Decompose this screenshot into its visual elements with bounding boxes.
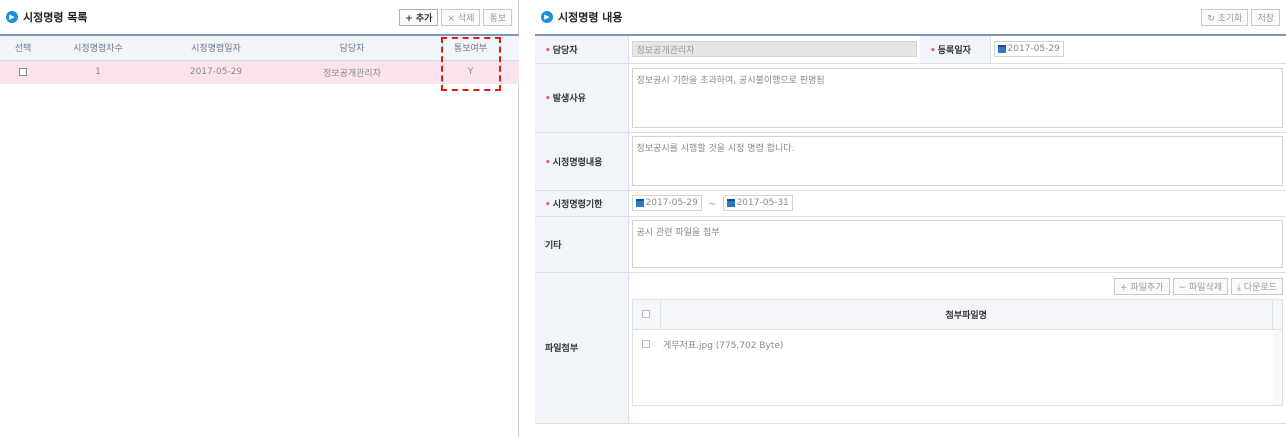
section-bullet-icon: ▶: [541, 11, 553, 23]
add-button[interactable]: + 추가: [399, 8, 439, 26]
period-separator: ~: [708, 199, 717, 210]
select-all-checkbox[interactable]: [642, 309, 650, 318]
reason-label: • 발생사유: [535, 62, 629, 133]
section-bullet-icon: ▶: [6, 11, 18, 23]
detail-form: • 담당자 정보공개관리자 • 등록일자 2017-05-29 • 발생사유 정보공시…: [535, 34, 1286, 424]
manager-field-cell: 정보공개관리자: [627, 34, 920, 64]
notify-button[interactable]: 통보: [483, 8, 512, 26]
manager-label: • 담당자: [535, 34, 629, 64]
content-cell: 정보공시를 시행할 것을 시정 명령 합니다.: [627, 131, 1286, 191]
detail-panel-title: 시정명령 내용: [558, 11, 623, 24]
reset-button[interactable]: ↻ 초기화: [1201, 8, 1249, 26]
reason-cell: 정보공시 기한을 초과하여, 공시불이행으로 판명됨: [627, 62, 1286, 133]
attach-cell: + 파일추가 − 파일삭제 ⤓ 다운로드 첨부파일명 게무저표.jpg (775…: [627, 271, 1286, 424]
column-header-notified: 통보여부: [422, 34, 519, 61]
period-end-field[interactable]: 2017-05-31: [722, 195, 793, 211]
order-cell: 1: [46, 60, 150, 84]
period-label: • 시정명령기한: [535, 189, 629, 217]
correction-order-detail-panel: ▶ 시정명령 내용 ↻ 초기화 저장 • 담당자 정보공개관리자 • 등록일자 20…: [535, 0, 1286, 437]
add-file-button[interactable]: + 파일추가: [1113, 277, 1170, 295]
reason-textarea[interactable]: 정보공시 기한을 초과하여, 공시불이행으로 판명됨: [631, 67, 1283, 128]
list-panel-header: ▶ 시정명령 목록 + 추가 × 삭제 통보: [0, 0, 518, 34]
column-header-manager: 담당자: [282, 34, 422, 61]
attach-label: 파일첨부: [535, 271, 629, 424]
etc-cell: 공시 관련 파일을 첨부: [627, 215, 1286, 273]
delete-button[interactable]: × 삭제: [441, 8, 481, 26]
file-column-header: 첨부파일명: [659, 298, 1273, 330]
column-header-order: 시정명령차수: [46, 34, 150, 61]
file-name[interactable]: 게무저표.jpg (775,702 Byte): [660, 329, 1273, 359]
file-select-all-cell: [631, 298, 661, 330]
file-table: 첨부파일명 게무저표.jpg (775,702 Byte): [631, 298, 1283, 406]
correction-order-list-panel: ▶ 시정명령 목록 + 추가 × 삭제 통보 선택 시정명령차수 시정명령일자 …: [0, 0, 519, 437]
scrollbar-header: [1272, 298, 1283, 330]
file-button-bar: + 파일추가 − 파일삭제 ⤓ 다운로드: [632, 276, 1283, 299]
file-row-select[interactable]: [632, 329, 660, 359]
file-list-empty-area: [632, 359, 1273, 405]
order-list-table: 선택 시정명령차수 시정명령일자 담당자 통보여부 1 2017-05-29 정…: [0, 34, 519, 84]
notified-cell: Y: [422, 60, 519, 84]
content-label: • 시정명령내용: [535, 131, 629, 191]
file-list-scrollbar[interactable]: [1272, 329, 1283, 405]
etc-label: 기타: [535, 215, 629, 273]
calendar-icon[interactable]: [726, 199, 735, 207]
reg-date-label: • 등록일자: [920, 34, 991, 64]
save-button[interactable]: 저장: [1251, 8, 1280, 26]
row-checkbox[interactable]: [19, 67, 27, 76]
period-cell: 2017-05-29 ~ 2017-05-31: [627, 189, 1286, 217]
manager-cell: 정보공개관리자: [282, 60, 422, 84]
manager-input[interactable]: 정보공개관리자: [631, 41, 917, 58]
download-button[interactable]: ⤓ 다운로드: [1231, 277, 1283, 295]
content-textarea[interactable]: 정보공시를 시행할 것을 시정 명령 합니다.: [631, 136, 1283, 186]
date-cell: 2017-05-29: [150, 60, 282, 84]
detail-panel-header: ▶ 시정명령 내용 ↻ 초기화 저장: [535, 0, 1286, 34]
etc-textarea[interactable]: 공시 관련 파일을 첨부: [631, 220, 1283, 268]
delete-file-button[interactable]: − 파일삭제: [1172, 277, 1229, 295]
calendar-icon[interactable]: [997, 45, 1006, 54]
reg-date-cell: 2017-05-29: [989, 34, 1286, 64]
notified-value: Y: [467, 67, 474, 78]
calendar-icon[interactable]: [635, 199, 644, 207]
file-checkbox[interactable]: [642, 339, 651, 348]
period-start-field[interactable]: 2017-05-29: [631, 195, 702, 211]
list-panel-title: 시정명령 목록: [23, 11, 88, 24]
column-header-date: 시정명령일자: [150, 34, 282, 61]
reg-date-field[interactable]: 2017-05-29: [993, 41, 1064, 58]
row-select-cell[interactable]: [0, 60, 46, 84]
table-row[interactable]: 1 2017-05-29 정보공개관리자 Y: [0, 60, 519, 84]
column-header-select: 선택: [0, 34, 46, 61]
